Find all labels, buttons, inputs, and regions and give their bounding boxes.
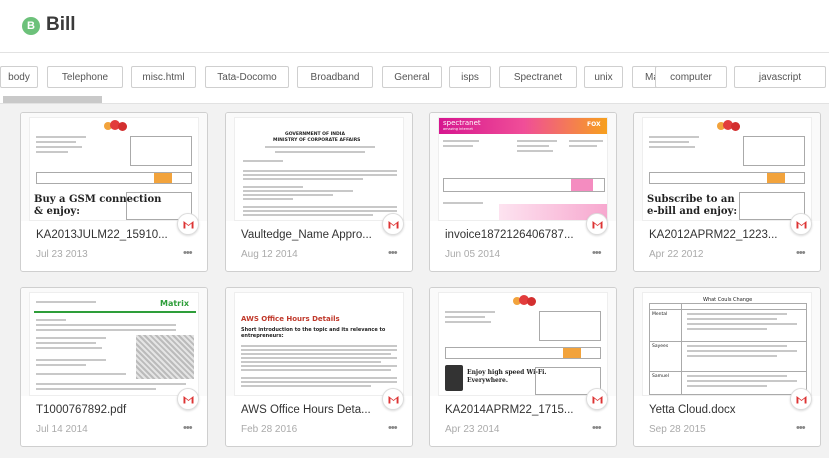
file-thumbnail: spectranet amazing internet FOX	[430, 113, 616, 221]
file-date: Apr 23 2014	[445, 424, 500, 435]
file-date: Feb 28 2016	[241, 424, 298, 435]
preview-row-label: Sayees	[652, 344, 669, 349]
file-thumbnail: Subscribe to an e-bill and enjoy:	[634, 113, 820, 221]
more-options-icon[interactable]: •••	[183, 422, 193, 434]
file-name[interactable]: KA2012APRM22_1223...	[649, 229, 789, 241]
more-options-icon[interactable]: •••	[592, 247, 602, 259]
preview-brand-sub: amazing internet	[443, 127, 473, 131]
file-name[interactable]: KA2014APRM22_1715...	[445, 404, 585, 416]
file-thumbnail: AWS Office Hours Details Short introduct…	[226, 288, 412, 396]
more-options-icon[interactable]: •••	[183, 247, 193, 259]
file-date: Apr 22 2012	[649, 249, 704, 260]
file-card[interactable]: Enjoy high speed Wi-Fi. Everywhere. KA20…	[429, 287, 617, 447]
preview-line: MINISTRY OF CORPORATE AFFAIRS	[273, 138, 361, 143]
file-name[interactable]: KA2013JULM22_15910...	[36, 229, 176, 241]
file-card[interactable]: Subscribe to an e-bill and enjoy: KA2012…	[633, 112, 821, 272]
page-title: Bill	[46, 14, 76, 35]
file-card[interactable]: spectranet amazing internet FOX invoice1…	[429, 112, 617, 272]
gmail-icon	[790, 388, 812, 410]
file-card[interactable]: What Couls Change Mental Sayees Samuel Y…	[633, 287, 821, 447]
file-thumbnail: What Couls Change Mental Sayees Samuel	[634, 288, 820, 396]
preview-headline: Subscribe to an	[647, 194, 735, 205]
tag-chip[interactable]: isps	[449, 66, 491, 88]
preview-headline: Everywhere.	[467, 377, 508, 384]
more-options-icon[interactable]: •••	[796, 422, 806, 434]
tag-chip[interactable]: body	[0, 66, 38, 88]
tag-chip[interactable]: unix	[584, 66, 623, 88]
file-name[interactable]: invoice1872126406787...	[445, 229, 585, 241]
tag-chip[interactable]: Spectranet	[499, 66, 577, 88]
file-thumbnail: Matrix	[21, 288, 207, 396]
gmail-icon	[586, 388, 608, 410]
header-bar: B Bill	[0, 0, 829, 53]
file-thumbnail: Enjoy high speed Wi-Fi. Everywhere.	[430, 288, 616, 396]
file-name[interactable]: Vaultedge_Name Appro...	[241, 229, 381, 241]
tag-bar-scrollbar[interactable]	[3, 96, 102, 103]
more-options-icon[interactable]: •••	[592, 422, 602, 434]
preview-headline: & enjoy:	[34, 206, 80, 217]
preview-brand: spectranet	[443, 119, 481, 127]
preview-row-label: Mental	[652, 312, 668, 317]
file-date: Sep 28 2015	[649, 424, 706, 435]
tag-chip[interactable]: javascript	[734, 66, 826, 88]
file-name[interactable]: AWS Office Hours Deta...	[241, 404, 381, 416]
file-thumbnail: GOVERNMENT OF INDIA MINISTRY OF CORPORAT…	[226, 113, 412, 221]
preview-brand: Matrix	[160, 299, 190, 308]
preview-subheading: Short introduction to the topic and its …	[241, 327, 386, 339]
more-options-icon[interactable]: •••	[388, 422, 398, 434]
file-card[interactable]: Buy a GSM connection & enjoy: KA2013JULM…	[20, 112, 208, 272]
gmail-icon	[177, 213, 199, 235]
file-card[interactable]: GOVERNMENT OF INDIA MINISTRY OF CORPORAT…	[225, 112, 413, 272]
gmail-icon	[586, 213, 608, 235]
tag-chip[interactable]: misc.html	[131, 66, 196, 88]
tag-chip[interactable]: Telephone	[47, 66, 123, 88]
tag-bar: body Telephone misc.html Tata-Docomo Bro…	[0, 53, 829, 104]
gmail-icon	[382, 388, 404, 410]
gmail-icon	[790, 213, 812, 235]
file-thumbnail: Buy a GSM connection & enjoy:	[21, 113, 207, 221]
tag-chip[interactable]: General	[382, 66, 442, 88]
tag-chip[interactable]: Broadband	[297, 66, 373, 88]
file-date: Aug 12 2014	[241, 249, 298, 260]
preview-corner: FOX	[587, 121, 601, 128]
preview-headline: e-bill and enjoy:	[647, 206, 738, 217]
file-card[interactable]: Matrix T1000767892.pdf Jul 14 2014 •••	[20, 287, 208, 447]
file-date: Jul 23 2013	[36, 249, 88, 260]
preview-row-label: Samuel	[652, 374, 669, 379]
tag-chip[interactable]: Tata-Docomo	[205, 66, 289, 88]
preview-heading: AWS Office Hours Details	[241, 315, 340, 323]
tag-chip[interactable]: computer	[655, 66, 727, 88]
file-card[interactable]: AWS Office Hours Details Short introduct…	[225, 287, 413, 447]
file-name[interactable]: T1000767892.pdf	[36, 404, 176, 416]
more-options-icon[interactable]: •••	[796, 247, 806, 259]
preview-line: GOVERNMENT OF INDIA	[285, 132, 345, 137]
gmail-icon	[382, 213, 404, 235]
file-name[interactable]: Yetta Cloud.docx	[649, 404, 789, 416]
more-options-icon[interactable]: •••	[388, 247, 398, 259]
gmail-icon	[177, 388, 199, 410]
file-date: Jun 05 2014	[445, 249, 501, 260]
file-date: Jul 14 2014	[36, 424, 88, 435]
avatar[interactable]: B	[22, 17, 40, 35]
